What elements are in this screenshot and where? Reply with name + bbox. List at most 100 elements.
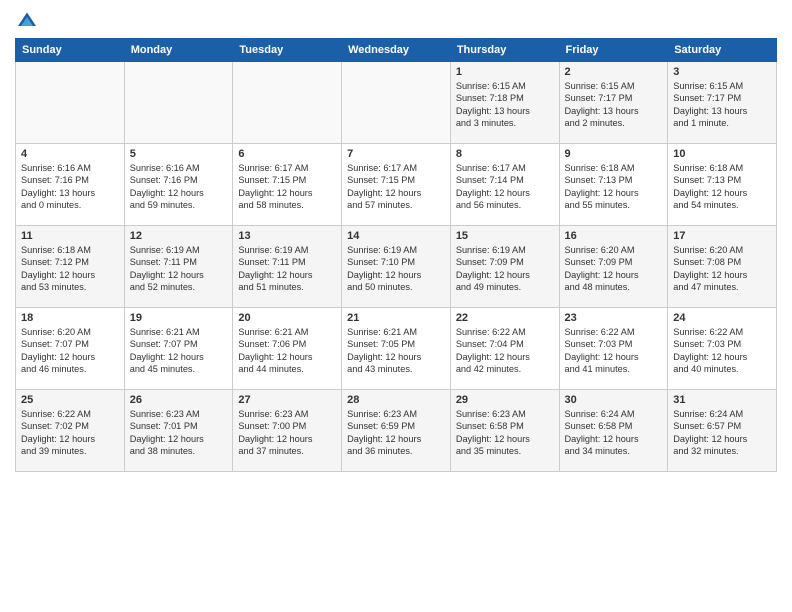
day-cell: 7 Sunrise: 6:17 AM Sunset: 7:15 PM Daylig… — [342, 144, 451, 226]
weekday-monday: Monday — [124, 39, 233, 62]
day-number: 30 — [565, 394, 663, 406]
day-cell: 1 Sunrise: 6:15 AM Sunset: 7:18 PM Daylig… — [450, 62, 559, 144]
day-info: Sunrise: 6:15 AM Sunset: 7:18 PM Dayligh… — [456, 80, 554, 130]
day-number: 18 — [21, 312, 119, 324]
day-cell: 21 Sunrise: 6:21 AM Sunset: 7:05 PM Dayli… — [342, 308, 451, 390]
day-number: 2 — [565, 66, 663, 78]
weekday-friday: Friday — [559, 39, 668, 62]
logo — [15, 10, 37, 30]
day-cell: 13 Sunrise: 6:19 AM Sunset: 7:11 PM Dayli… — [233, 226, 342, 308]
day-number: 27 — [238, 394, 336, 406]
day-info: Sunrise: 6:19 AM Sunset: 7:11 PM Dayligh… — [130, 244, 228, 294]
day-cell — [124, 62, 233, 144]
day-info: Sunrise: 6:21 AM Sunset: 7:07 PM Dayligh… — [130, 326, 228, 376]
day-number: 5 — [130, 148, 228, 160]
day-cell: 14 Sunrise: 6:19 AM Sunset: 7:10 PM Dayli… — [342, 226, 451, 308]
weekday-thursday: Thursday — [450, 39, 559, 62]
day-info: Sunrise: 6:23 AM Sunset: 6:59 PM Dayligh… — [347, 408, 445, 458]
day-info: Sunrise: 6:22 AM Sunset: 7:03 PM Dayligh… — [565, 326, 663, 376]
day-info: Sunrise: 6:19 AM Sunset: 7:11 PM Dayligh… — [238, 244, 336, 294]
day-info: Sunrise: 6:16 AM Sunset: 7:16 PM Dayligh… — [21, 162, 119, 212]
day-number: 26 — [130, 394, 228, 406]
day-info: Sunrise: 6:17 AM Sunset: 7:15 PM Dayligh… — [238, 162, 336, 212]
week-row-2: 4 Sunrise: 6:16 AM Sunset: 7:16 PM Daylig… — [16, 144, 777, 226]
week-row-1: 1 Sunrise: 6:15 AM Sunset: 7:18 PM Daylig… — [16, 62, 777, 144]
weekday-tuesday: Tuesday — [233, 39, 342, 62]
day-cell: 19Sunrise: 6:21 AM Sunset: 7:07 PM Dayli… — [124, 308, 233, 390]
day-number: 24 — [673, 312, 771, 324]
day-info: Sunrise: 6:23 AM Sunset: 7:00 PM Dayligh… — [238, 408, 336, 458]
weekday-sunday: Sunday — [16, 39, 125, 62]
day-number: 15 — [456, 230, 554, 242]
day-cell: 5Sunrise: 6:16 AM Sunset: 7:16 PM Daylig… — [124, 144, 233, 226]
day-info: Sunrise: 6:20 AM Sunset: 7:09 PM Dayligh… — [565, 244, 663, 294]
day-number: 23 — [565, 312, 663, 324]
day-number: 11 — [21, 230, 119, 242]
day-info: Sunrise: 6:18 AM Sunset: 7:13 PM Dayligh… — [565, 162, 663, 212]
week-row-3: 11 Sunrise: 6:18 AM Sunset: 7:12 PM Dayli… — [16, 226, 777, 308]
day-info: Sunrise: 6:18 AM Sunset: 7:12 PM Dayligh… — [21, 244, 119, 294]
day-number: 16 — [565, 230, 663, 242]
day-cell: 20 Sunrise: 6:21 AM Sunset: 7:06 PM Dayli… — [233, 308, 342, 390]
day-number: 13 — [238, 230, 336, 242]
day-cell — [342, 62, 451, 144]
day-cell: 29 Sunrise: 6:23 AM Sunset: 6:58 PM Dayli… — [450, 390, 559, 472]
logo-icon — [17, 10, 37, 30]
day-info: Sunrise: 6:22 AM Sunset: 7:03 PM Dayligh… — [673, 326, 771, 376]
day-cell — [16, 62, 125, 144]
day-info: Sunrise: 6:21 AM Sunset: 7:05 PM Dayligh… — [347, 326, 445, 376]
day-info: Sunrise: 6:20 AM Sunset: 7:07 PM Dayligh… — [21, 326, 119, 376]
day-number: 21 — [347, 312, 445, 324]
header — [15, 10, 777, 30]
week-row-5: 25 Sunrise: 6:22 AM Sunset: 7:02 PM Dayli… — [16, 390, 777, 472]
page: SundayMondayTuesdayWednesdayThursdayFrid… — [0, 0, 792, 482]
day-cell: 22Sunrise: 6:22 AM Sunset: 7:04 PM Dayli… — [450, 308, 559, 390]
day-info: Sunrise: 6:15 AM Sunset: 7:17 PM Dayligh… — [565, 80, 663, 130]
day-cell: 11 Sunrise: 6:18 AM Sunset: 7:12 PM Dayli… — [16, 226, 125, 308]
day-cell: 6 Sunrise: 6:17 AM Sunset: 7:15 PM Daylig… — [233, 144, 342, 226]
day-cell: 16 Sunrise: 6:20 AM Sunset: 7:09 PM Dayli… — [559, 226, 668, 308]
day-number: 12 — [130, 230, 228, 242]
day-cell: 23 Sunrise: 6:22 AM Sunset: 7:03 PM Dayli… — [559, 308, 668, 390]
day-cell: 12 Sunrise: 6:19 AM Sunset: 7:11 PM Dayli… — [124, 226, 233, 308]
day-cell: 2 Sunrise: 6:15 AM Sunset: 7:17 PM Daylig… — [559, 62, 668, 144]
day-info: Sunrise: 6:18 AM Sunset: 7:13 PM Dayligh… — [673, 162, 771, 212]
day-number: 20 — [238, 312, 336, 324]
day-cell: 15 Sunrise: 6:19 AM Sunset: 7:09 PM Dayli… — [450, 226, 559, 308]
day-number: 17 — [673, 230, 771, 242]
day-cell: 10 Sunrise: 6:18 AM Sunset: 7:13 PM Dayli… — [668, 144, 777, 226]
day-cell: 25 Sunrise: 6:22 AM Sunset: 7:02 PM Dayli… — [16, 390, 125, 472]
day-number: 29 — [456, 394, 554, 406]
day-info: Sunrise: 6:17 AM Sunset: 7:14 PM Dayligh… — [456, 162, 554, 212]
day-cell: 27 Sunrise: 6:23 AM Sunset: 7:00 PM Dayli… — [233, 390, 342, 472]
day-info: Sunrise: 6:15 AM Sunset: 7:17 PM Dayligh… — [673, 80, 771, 130]
day-number: 28 — [347, 394, 445, 406]
day-info: Sunrise: 6:24 AM Sunset: 6:57 PM Dayligh… — [673, 408, 771, 458]
day-info: Sunrise: 6:22 AM Sunset: 7:02 PM Dayligh… — [21, 408, 119, 458]
day-info: Sunrise: 6:19 AM Sunset: 7:10 PM Dayligh… — [347, 244, 445, 294]
day-info: Sunrise: 6:21 AM Sunset: 7:06 PM Dayligh… — [238, 326, 336, 376]
day-info: Sunrise: 6:19 AM Sunset: 7:09 PM Dayligh… — [456, 244, 554, 294]
calendar-table: SundayMondayTuesdayWednesdayThursdayFrid… — [15, 38, 777, 472]
day-cell: 8Sunrise: 6:17 AM Sunset: 7:14 PM Daylig… — [450, 144, 559, 226]
day-cell: 28 Sunrise: 6:23 AM Sunset: 6:59 PM Dayli… — [342, 390, 451, 472]
day-cell: 18 Sunrise: 6:20 AM Sunset: 7:07 PM Dayli… — [16, 308, 125, 390]
day-info: Sunrise: 6:23 AM Sunset: 7:01 PM Dayligh… — [130, 408, 228, 458]
day-info: Sunrise: 6:20 AM Sunset: 7:08 PM Dayligh… — [673, 244, 771, 294]
day-number: 3 — [673, 66, 771, 78]
day-info: Sunrise: 6:22 AM Sunset: 7:04 PM Dayligh… — [456, 326, 554, 376]
day-number: 6 — [238, 148, 336, 160]
day-cell: 30 Sunrise: 6:24 AM Sunset: 6:58 PM Dayli… — [559, 390, 668, 472]
day-number: 14 — [347, 230, 445, 242]
day-info: Sunrise: 6:24 AM Sunset: 6:58 PM Dayligh… — [565, 408, 663, 458]
day-info: Sunrise: 6:23 AM Sunset: 6:58 PM Dayligh… — [456, 408, 554, 458]
day-info: Sunrise: 6:17 AM Sunset: 7:15 PM Dayligh… — [347, 162, 445, 212]
day-number: 1 — [456, 66, 554, 78]
day-number: 4 — [21, 148, 119, 160]
day-number: 25 — [21, 394, 119, 406]
day-number: 7 — [347, 148, 445, 160]
weekday-saturday: Saturday — [668, 39, 777, 62]
day-number: 10 — [673, 148, 771, 160]
day-cell: 9 Sunrise: 6:18 AM Sunset: 7:13 PM Daylig… — [559, 144, 668, 226]
day-number: 9 — [565, 148, 663, 160]
